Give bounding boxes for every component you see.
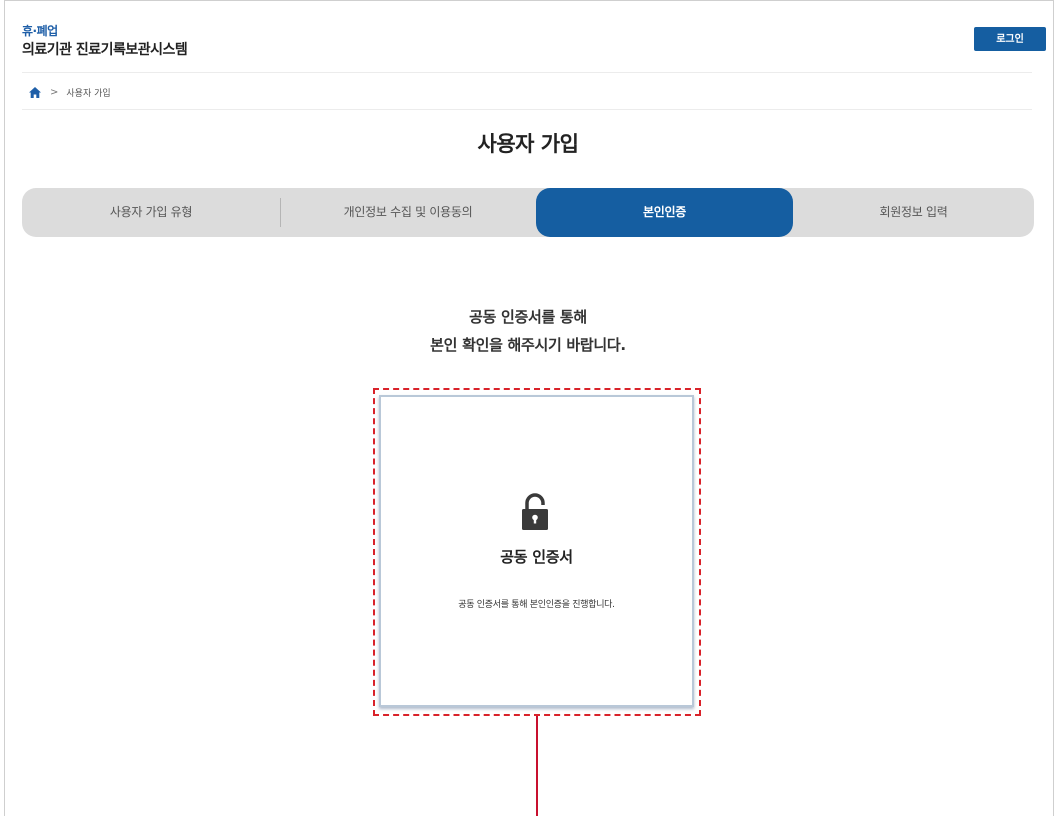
breadcrumb-divider [22, 109, 1032, 110]
annotation-connector-line [536, 716, 538, 816]
brand-title[interactable]: 의료기관 진료기록보관시스템 [22, 39, 188, 59]
home-icon[interactable] [28, 86, 42, 99]
brand-subtitle: 휴·폐업 [22, 24, 58, 38]
lock-icon [518, 492, 552, 532]
breadcrumb: > 사용자 가입 [28, 84, 111, 100]
step-privacy-consent: 개인정보 수집 및 이용동의 [343, 205, 473, 219]
breadcrumb-separator: > [50, 86, 59, 98]
header-divider [22, 72, 1032, 73]
step-member-info: 회원정보 입력 [879, 205, 948, 219]
page-title: 사용자 가입 [477, 132, 579, 156]
cert-card-title: 공동 인증서 [500, 548, 573, 566]
login-button[interactable]: 로그인 [974, 27, 1046, 51]
breadcrumb-current: 사용자 가입 [66, 88, 111, 99]
step-identity-verification: 본인인증 [536, 188, 793, 237]
step-signup-type: 사용자 가입 유형 [109, 205, 193, 219]
instruction-line-2: 본인 확인을 해주시기 바랍니다. [430, 336, 626, 354]
cert-card-description: 공동 인증서를 통해 본인인증을 진행합니다. [458, 600, 615, 610]
signup-steps: 사용자 가입 유형 개인정보 수집 및 이용동의 본인인증 회원정보 입력 [22, 188, 1034, 237]
instruction-line-1: 공동 인증서를 통해 [469, 308, 587, 326]
site-header: 휴·폐업 의료기관 진료기록보관시스템 로그인 [22, 22, 1046, 70]
